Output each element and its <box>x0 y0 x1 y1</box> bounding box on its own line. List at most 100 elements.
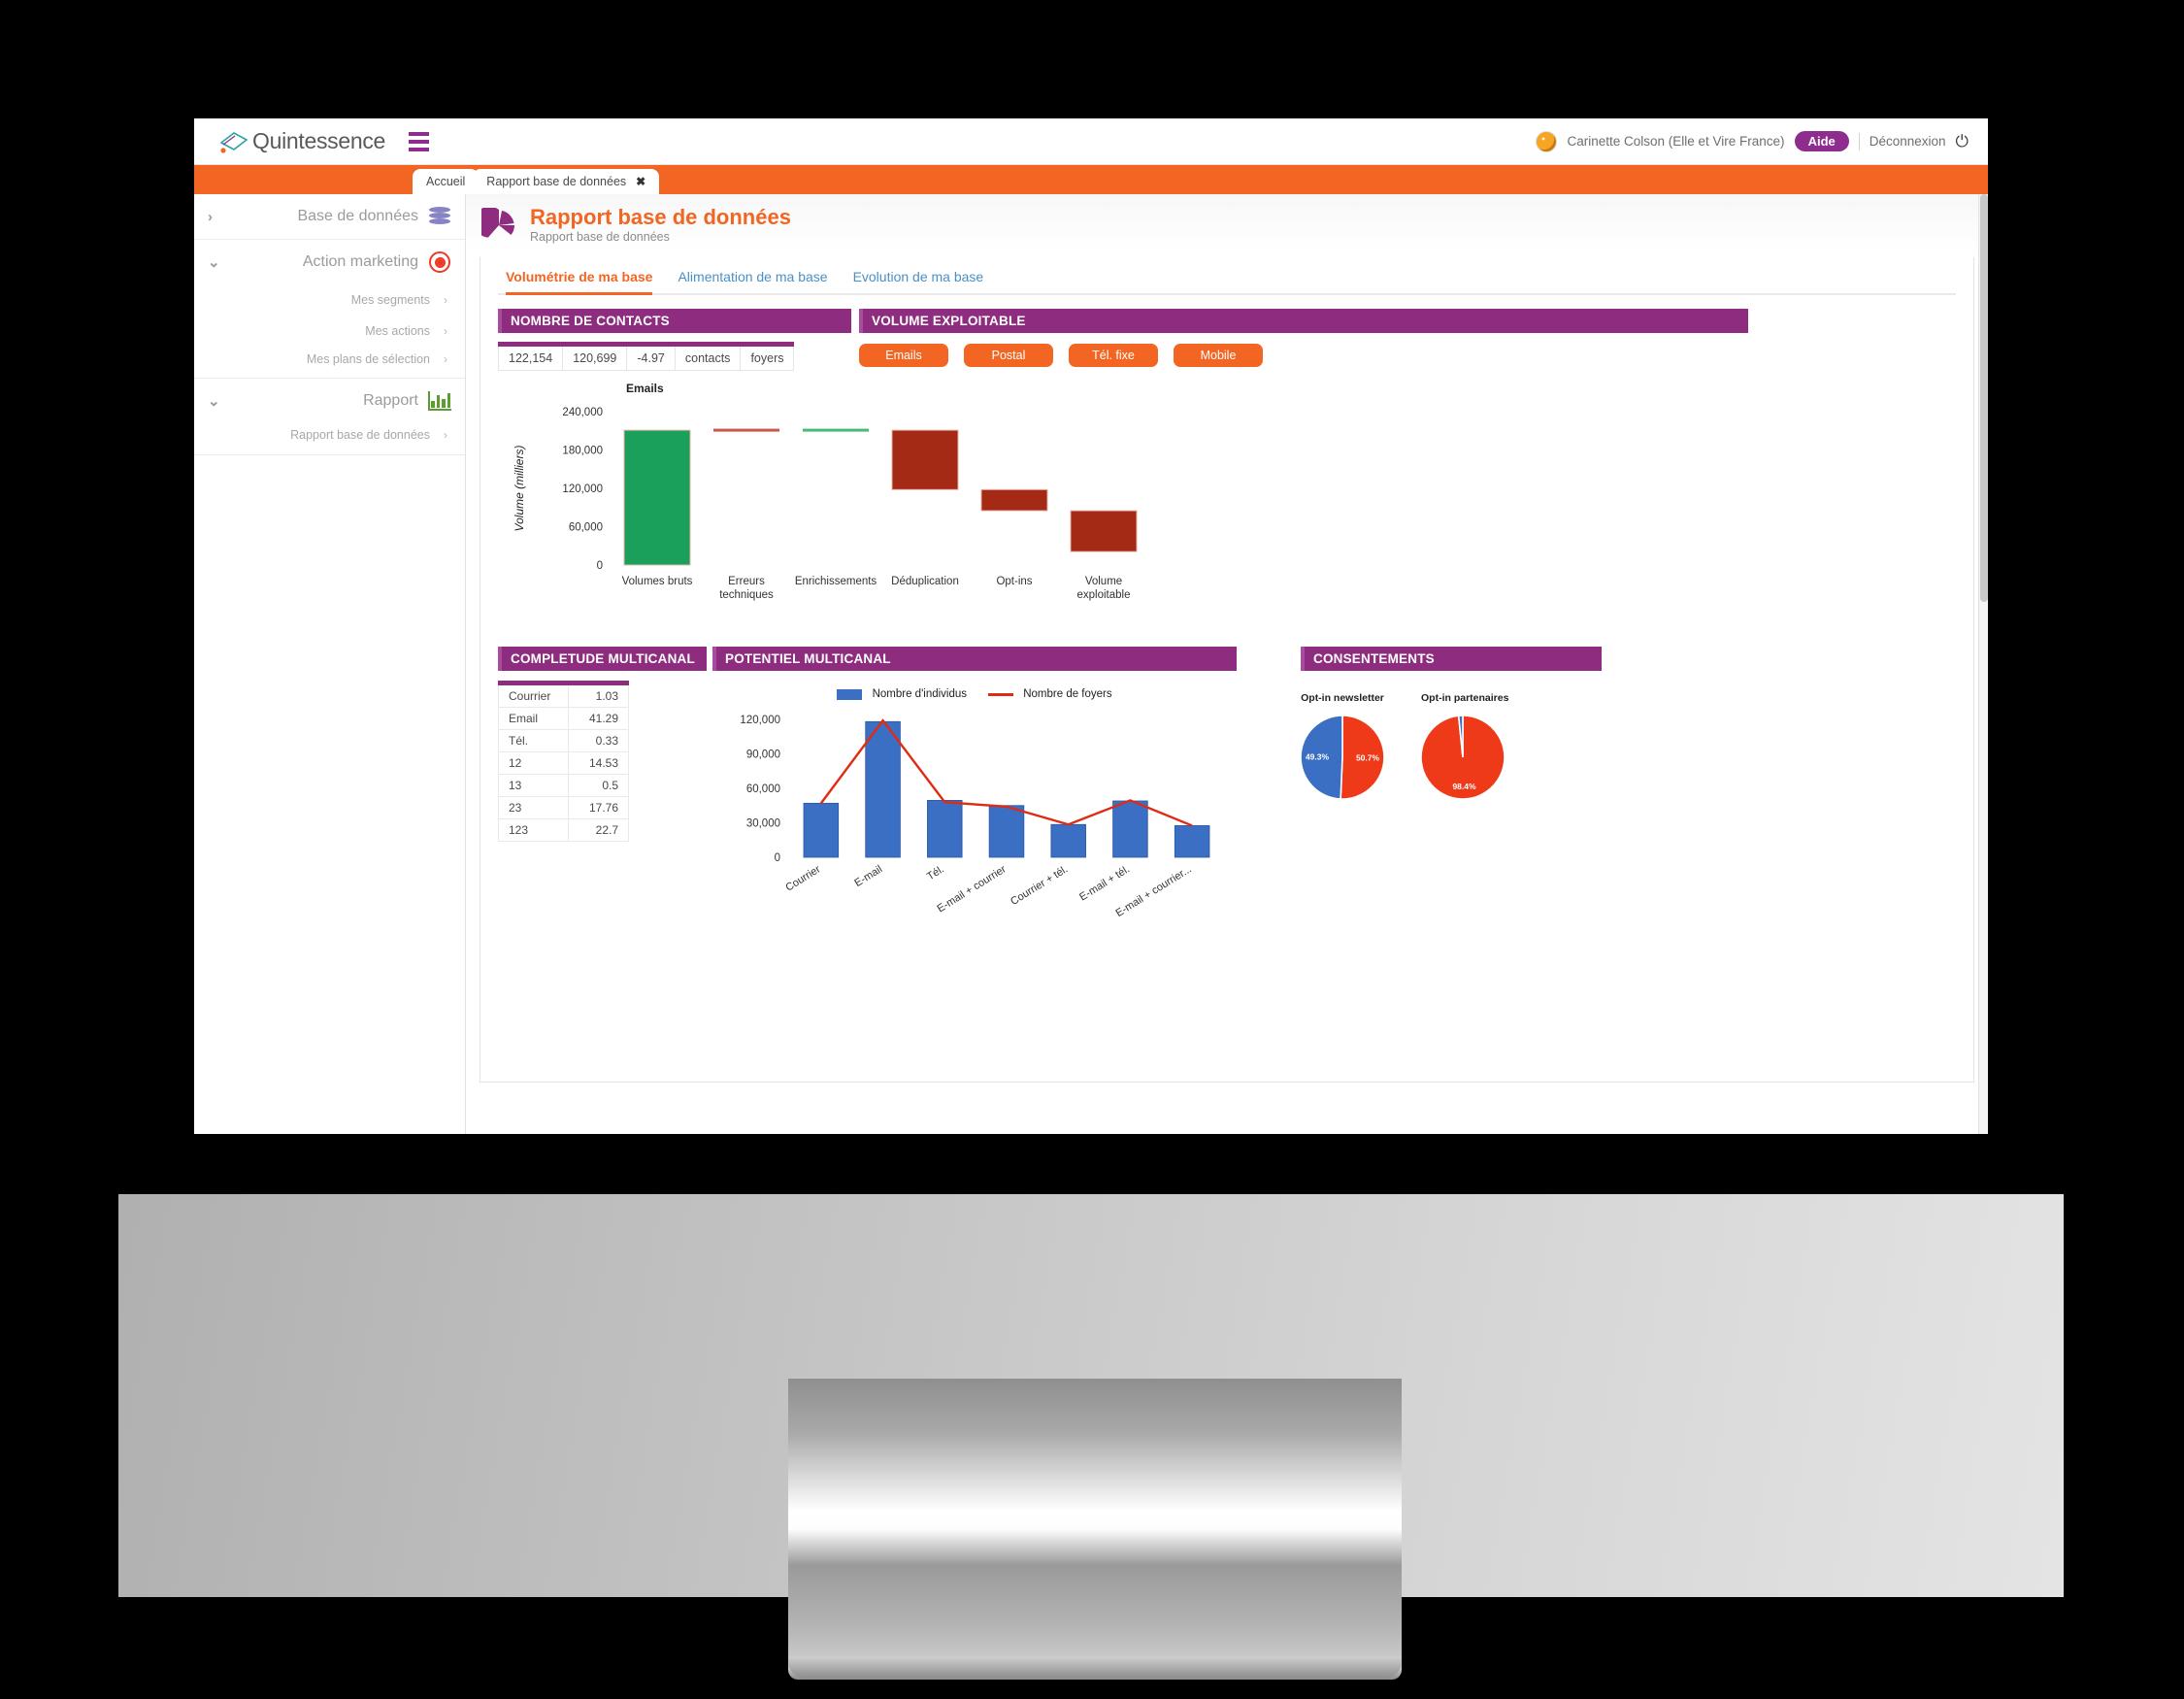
page-title: Rapport base de données <box>530 205 791 229</box>
waterfall-chart: Emails 0 60,000 120,000 180,000 240,000 Volume… <box>498 377 1956 621</box>
svg-text:240,000: 240,000 <box>562 407 603 418</box>
table-row: Email 41.29 <box>498 707 629 731</box>
svg-text:Courrier: Courrier <box>783 863 822 893</box>
sidebar-item-label: Base de données <box>297 208 418 224</box>
legend-label: Nombre de foyers <box>1023 688 1112 701</box>
sidebar: › Base de données ⌄ Action marketing Mes… <box>194 194 466 1134</box>
hamburger-icon[interactable] <box>409 131 430 151</box>
svg-text:exploitable: exploitable <box>1077 589 1131 601</box>
completude-value: 22.7 <box>568 818 629 843</box>
completude-key: 12 <box>498 751 569 776</box>
completude-key: Courrier <box>498 681 569 709</box>
close-icon[interactable]: ✖ <box>636 175 645 188</box>
channel-button-mobile[interactable]: Mobile <box>1174 344 1263 368</box>
completude-value: 41.29 <box>568 707 629 731</box>
sidebar-item-mes-actions[interactable]: Mes actions › <box>194 316 465 347</box>
sidebar-group-rapport: ⌄ Rapport Rapport base de données › <box>194 379 465 455</box>
pie-chart-partenaires: Opt-in partenaires 98.4% <box>1420 692 1508 804</box>
sidebar-item-mes-plans-de-selection[interactable]: Mes plans de sélection › <box>194 347 465 378</box>
panel-title-consentements: CONSENTEMENTS <box>1301 647 1602 672</box>
svg-text:Opt-ins: Opt-ins <box>996 576 1032 587</box>
panel-nombre-de-contacts: NOMBRE DE CONTACTS 122,154 120,699 -4.97… <box>497 309 851 372</box>
row-bottom-headers: COMPLETUDE MULTICANAL POTENTIEL MULTICAN… <box>498 647 1956 672</box>
legend-item-individus: Nombre d'individus <box>837 688 967 700</box>
monitor-stand-foot <box>788 1656 1402 1678</box>
quintessence-logo-icon <box>217 129 250 154</box>
browser-tab-label: Rapport base de données <box>486 174 627 188</box>
chevron-down-icon: ⌄ <box>208 254 220 271</box>
help-button[interactable]: Aide <box>1794 131 1849 151</box>
sidebar-subitem-label: Mes actions <box>365 324 430 338</box>
table-row: Tél. 0.33 <box>498 729 629 753</box>
table-row: 13 0.5 <box>498 774 629 798</box>
vertical-scrollbar[interactable] <box>1978 194 1988 1134</box>
browser-tabs: Accueil Rapport base de données ✖ <box>413 165 660 194</box>
chevron-right-icon: › <box>444 352 447 366</box>
svg-text:50.7%: 50.7% <box>1356 753 1380 763</box>
sidebar-item-rapport[interactable]: ⌄ Rapport <box>194 379 465 423</box>
browser-tab-rapport[interactable]: Rapport base de données ✖ <box>473 169 660 194</box>
svg-text:Volume: Volume <box>1085 576 1122 587</box>
content-tabs: Volumétrie de ma base Alimentation de ma… <box>498 257 1956 296</box>
sidebar-item-rapport-base-de-donnees[interactable]: Rapport base de données › <box>194 423 465 454</box>
channel-filter-buttons: Emails Postal Tél. fixe Mobile <box>859 344 1956 368</box>
svg-text:0: 0 <box>775 852 780 864</box>
svg-text:60,000: 60,000 <box>569 522 603 534</box>
completude-key: Tél. <box>498 729 569 753</box>
channel-button-postal[interactable]: Postal <box>964 344 1053 368</box>
completude-key: Email <box>498 707 569 731</box>
tab-evolution[interactable]: Evolution de ma base <box>853 269 984 293</box>
panel-consentements-body: Opt-in newsletter 50.7% 49.3% Opt-in part… <box>1300 671 1956 804</box>
sidebar-item-mes-segments[interactable]: Mes segments › <box>194 284 465 316</box>
logout-link[interactable]: Déconnexion <box>1870 134 1946 149</box>
page-subtitle: Rapport base de données <box>530 230 670 245</box>
sidebar-group-base-de-donnees: › Base de données <box>194 194 465 240</box>
chevron-right-icon: › <box>444 293 447 307</box>
panel-completude-body: Courrier 1.03 Email 41.29 Tél. 0.33 12 14.53 13 0… <box>498 671 707 843</box>
power-icon[interactable]: ⏻ <box>1956 132 1969 151</box>
target-icon <box>428 250 451 274</box>
svg-text:180,000: 180,000 <box>562 446 603 457</box>
legend-item-foyers: Nombre de foyers <box>988 688 1112 700</box>
app-topbar: Quintessence Carinette Colson (Elle et V… <box>194 118 1988 165</box>
panel-potentiel-body: Nombre d'individus Nombre de foyers 0 30,… <box>712 671 1237 972</box>
svg-text:90,000: 90,000 <box>746 750 780 761</box>
bar-chart-icon <box>428 389 451 413</box>
svg-text:Enrichissements: Enrichissements <box>795 576 877 587</box>
completude-key: 23 <box>498 796 569 820</box>
svg-text:Erreurs: Erreurs <box>728 576 765 587</box>
kpi-cell-variation: -4.97 <box>626 342 676 372</box>
svg-text:120,000: 120,000 <box>562 483 603 495</box>
page-header: Rapport base de données Rapport base de … <box>466 194 1988 254</box>
brand[interactable]: Quintessence <box>217 128 385 154</box>
svg-text:49.3%: 49.3% <box>1306 752 1330 762</box>
brand-text: Quintessence <box>252 128 386 153</box>
table-row: 122,154 120,699 -4.97 contacts foyers <box>497 342 795 372</box>
completude-value: 1.03 <box>568 681 629 709</box>
browser-tab-accueil[interactable]: Accueil <box>413 169 480 194</box>
tab-alimentation[interactable]: Alimentation de ma base <box>678 269 827 293</box>
completude-key: 13 <box>498 774 569 798</box>
sidebar-item-action-marketing[interactable]: ⌄ Action marketing <box>194 240 465 284</box>
sidebar-item-base-de-donnees[interactable]: › Base de données <box>194 194 465 239</box>
completude-value: 14.53 <box>568 751 629 776</box>
svg-text:Emails: Emails <box>626 382 664 395</box>
scrollbar-thumb[interactable] <box>1980 194 1988 602</box>
sidebar-item-label: Action marketing <box>302 253 418 270</box>
completude-table: Courrier 1.03 Email 41.29 Tél. 0.33 12 14.53 13 0… <box>498 681 629 843</box>
screen: Quintessence Carinette Colson (Elle et V… <box>194 118 1988 1134</box>
content-card: Volumétrie de ma base Alimentation de ma… <box>480 257 1974 1083</box>
tab-volumetrie[interactable]: Volumétrie de ma base <box>506 269 653 296</box>
monitor-stand-neck <box>788 1379 1402 1680</box>
svg-text:Courrier + tél.: Courrier + tél. <box>1009 863 1070 908</box>
legend-label: Nombre d'individus <box>872 688 968 701</box>
completude-value: 17.76 <box>568 796 629 820</box>
pie-chart-newsletter: Opt-in newsletter 50.7% 49.3% <box>1300 692 1385 804</box>
channel-button-emails[interactable]: Emails <box>859 344 948 368</box>
divider <box>1858 132 1860 150</box>
panel-title: VOLUME EXPLOITABLE <box>859 309 1748 334</box>
kpi-cell-label-contacts: contacts <box>674 342 742 372</box>
user-name: Carinette Colson (Elle et Vire France) <box>1567 134 1785 149</box>
kpi-cell-foyers-total: 120,699 <box>562 342 628 372</box>
channel-button-tel-fixe[interactable]: Tél. fixe <box>1069 344 1158 368</box>
